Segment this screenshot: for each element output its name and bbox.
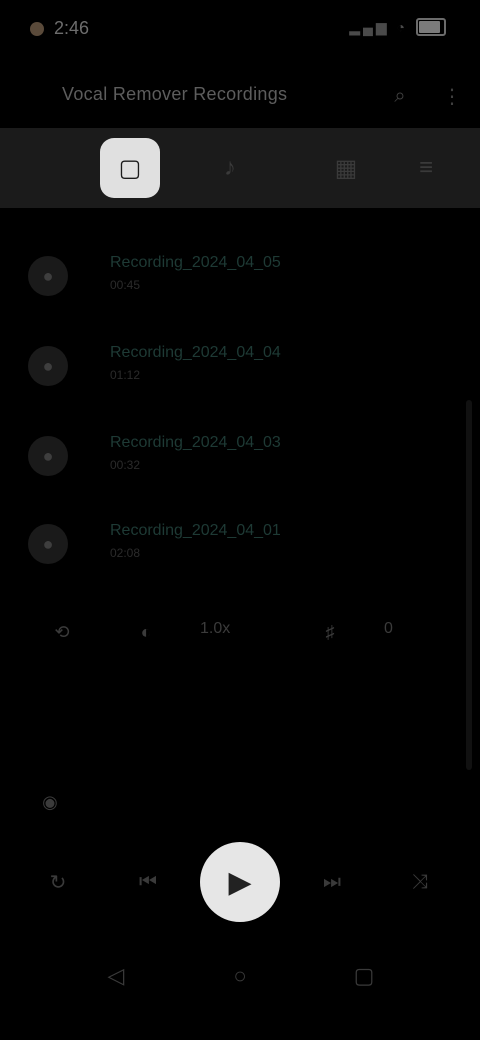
tool-recordings-button[interactable]: ▢ [100,138,160,198]
player-top-row: ◉ [0,778,480,826]
play-button[interactable]: ▶ [200,842,280,922]
recording-title: Recording_2024_04_04 [110,344,281,361]
mic-icon: ● [28,524,68,564]
volume-icon[interactable]: ◉ [28,780,72,824]
sliders-icon: ≡ [418,154,433,181]
pitch-icon[interactable]: ♯ [308,610,352,654]
home-icon[interactable]: ○ [220,956,260,996]
recording-title: Recording_2024_04_05 [110,254,281,271]
loop-icon[interactable]: ↻ [38,862,78,902]
square-icon: ▢ [118,154,142,182]
recent-apps-icon[interactable]: ▢ [344,956,384,996]
music-note-icon: ♪ [224,154,236,181]
status-time: 2:46 [54,18,90,38]
player-controls: ↻ ⏮ ▶ ⏭ ⤨ [0,832,480,932]
pitch-value[interactable]: 0 [384,620,393,638]
list-item[interactable]: ● Recording_2024_04_04 01:12 [0,320,420,408]
tool-music-button[interactable]: ♪ [200,138,260,198]
recording-duration: 00:45 [110,278,141,292]
back-icon[interactable]: ◁ [96,956,136,996]
grid-icon: ▦ [334,154,358,182]
speed-value[interactable]: 1.0x [200,620,230,638]
notification-dot-icon [30,21,44,36]
scrollbar[interactable] [466,400,472,770]
recording-duration: 00:32 [110,458,141,472]
recording-title: Recording_2024_04_03 [110,434,281,451]
battery-icon [416,18,446,36]
shuffle-icon[interactable]: ⤨ [400,862,440,902]
system-nav-bar: ◁ ○ ▢ [0,940,480,1010]
search-icon[interactable]: ⌕ [384,80,416,112]
speed-icon[interactable]: ◐ [124,610,168,654]
tool-sliders-button[interactable]: ≡ [396,138,456,198]
rewind-icon[interactable]: ⟲ [40,610,84,654]
more-options-icon[interactable]: ⋮ [436,80,468,112]
mic-icon: ● [28,436,68,476]
toolbar: ▢ ♪ ▦ ≡ [0,128,480,208]
recording-duration: 01:12 [110,368,141,382]
tool-grid-button[interactable]: ▦ [316,138,376,198]
list-item[interactable]: ● Recording_2024_04_05 00:45 [0,230,420,318]
status-bar: 2:46 ▂▄▆ ◔ [0,0,480,56]
list-item[interactable]: ● Recording_2024_04_03 00:32 [0,410,420,498]
recording-duration: 02:08 [110,546,141,560]
list-item[interactable]: ● Recording_2024_04_01 02:08 [0,498,420,586]
status-left: 2:46 [30,18,89,39]
next-icon[interactable]: ⏭ [312,862,352,902]
recording-title: Recording_2024_04_01 [110,522,281,539]
playback-controls-row: ⟲ ◐ 1.0x ♯ 0 [0,600,480,660]
mic-icon: ● [28,346,68,386]
mic-icon: ● [28,256,68,296]
signal-icon: ▂▄▆ ◔ [349,18,408,35]
page-title: Vocal Remover Recordings [62,84,288,104]
previous-icon[interactable]: ⏮ [128,862,168,902]
status-right: ▂▄▆ ◔ [349,18,446,36]
top-app-bar: Vocal Remover Recordings ⌕ ⋮ [0,68,480,126]
